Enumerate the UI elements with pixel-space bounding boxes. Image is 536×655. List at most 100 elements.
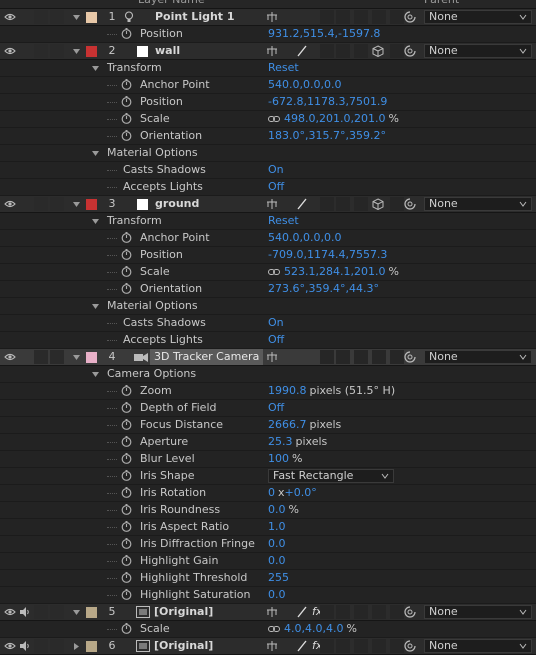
pickwhip-icon[interactable] bbox=[404, 198, 416, 210]
iris-shape-dropdown[interactable]: Fast Rectangle bbox=[268, 469, 394, 483]
twirl-open-icon[interactable] bbox=[91, 64, 100, 73]
layer-switch[interactable] bbox=[390, 197, 404, 211]
layer-name[interactable]: Point Light 1 bbox=[155, 9, 235, 25]
stopwatch-icon[interactable] bbox=[121, 385, 132, 396]
parent-dropdown[interactable]: None bbox=[424, 605, 532, 619]
property-value[interactable]: 1.0 bbox=[268, 520, 286, 533]
property-value[interactable]: 2666.7 bbox=[268, 418, 307, 431]
label-color-swatch[interactable] bbox=[86, 352, 97, 363]
speaker-icon[interactable] bbox=[19, 607, 30, 617]
quality-switch-icon[interactable] bbox=[296, 606, 308, 618]
property-value[interactable]: Off bbox=[268, 401, 284, 414]
label-color-swatch[interactable] bbox=[86, 607, 97, 618]
solo-switch[interactable] bbox=[34, 10, 48, 24]
property-value[interactable]: 0 bbox=[268, 486, 275, 499]
lock-switch[interactable] bbox=[50, 350, 64, 364]
quality-switch-icon[interactable] bbox=[296, 640, 308, 652]
layer-switch[interactable] bbox=[320, 44, 334, 58]
property-value[interactable]: 273.6°,359.4°,44.3° bbox=[268, 282, 379, 295]
reset-link[interactable]: Reset bbox=[268, 213, 299, 229]
parent-dropdown[interactable]: None bbox=[424, 639, 532, 653]
pickwhip-icon[interactable] bbox=[404, 11, 416, 23]
parent-dropdown[interactable]: None bbox=[424, 44, 532, 58]
layer-switch[interactable] bbox=[372, 10, 386, 24]
property-value[interactable]: -709.0,1174.4,7557.3 bbox=[268, 248, 387, 261]
property-value[interactable]: 540.0,0.0,0.0 bbox=[268, 78, 341, 91]
layer-switch[interactable] bbox=[336, 350, 350, 364]
twirl-open-icon[interactable] bbox=[72, 13, 81, 22]
layer-switch[interactable] bbox=[354, 350, 368, 364]
stopwatch-icon[interactable] bbox=[121, 555, 132, 566]
eye-icon[interactable] bbox=[4, 12, 16, 22]
label-color-swatch[interactable] bbox=[86, 46, 97, 57]
parent-dropdown[interactable]: None bbox=[424, 197, 532, 211]
constrain-proportions-icon[interactable] bbox=[268, 268, 280, 276]
lock-switch[interactable] bbox=[50, 639, 64, 653]
layer-switch[interactable] bbox=[372, 350, 386, 364]
property-value[interactable]: 255 bbox=[268, 571, 289, 584]
stopwatch-icon[interactable] bbox=[121, 419, 132, 430]
layer-switch[interactable] bbox=[320, 350, 334, 364]
layer-switch[interactable] bbox=[354, 639, 368, 653]
stopwatch-icon[interactable] bbox=[121, 538, 132, 549]
parent-dropdown[interactable]: None bbox=[424, 350, 532, 364]
layer-name[interactable]: 3D Tracker Camera bbox=[150, 349, 264, 365]
twirl-open-icon[interactable] bbox=[91, 149, 100, 158]
layer-switch[interactable] bbox=[336, 605, 350, 619]
stopwatch-icon[interactable] bbox=[121, 283, 132, 294]
stopwatch-icon[interactable] bbox=[121, 249, 132, 260]
twirl-open-icon[interactable] bbox=[91, 217, 100, 226]
twirl-closed-icon[interactable] bbox=[72, 642, 81, 651]
layer-switch[interactable] bbox=[390, 639, 404, 653]
constrain-proportions-icon[interactable] bbox=[268, 625, 280, 633]
property-value[interactable]: Off bbox=[268, 333, 284, 346]
lock-switch[interactable] bbox=[50, 197, 64, 211]
layer-switch[interactable] bbox=[390, 44, 404, 58]
solo-switch[interactable] bbox=[34, 197, 48, 211]
property-value[interactable]: 498.0,201.0,201.0 bbox=[284, 112, 385, 125]
reset-link[interactable]: Reset bbox=[268, 60, 299, 76]
twirl-open-icon[interactable] bbox=[72, 200, 81, 209]
layer-switch[interactable] bbox=[354, 44, 368, 58]
layer-switch[interactable] bbox=[320, 10, 334, 24]
parent-dropdown[interactable]: None bbox=[424, 10, 532, 24]
layer-switch[interactable] bbox=[320, 639, 334, 653]
shy-switch-icon[interactable] bbox=[266, 351, 278, 363]
group-label[interactable]: Transform bbox=[107, 60, 162, 76]
stopwatch-icon[interactable] bbox=[121, 79, 132, 90]
twirl-open-icon[interactable] bbox=[72, 47, 81, 56]
shy-switch-icon[interactable] bbox=[266, 198, 278, 210]
layer-switch[interactable] bbox=[336, 639, 350, 653]
speaker-icon[interactable] bbox=[19, 641, 30, 651]
property-value[interactable]: 0.0 bbox=[268, 588, 286, 601]
stopwatch-icon[interactable] bbox=[121, 28, 132, 39]
property-value[interactable]: 1990.8 bbox=[268, 384, 307, 397]
layer-switch[interactable] bbox=[354, 197, 368, 211]
layer-switch[interactable] bbox=[336, 44, 350, 58]
property-value[interactable]: 183.0°,315.7°,359.2° bbox=[268, 129, 386, 142]
layer-switch[interactable] bbox=[320, 605, 334, 619]
3d-layer-icon[interactable] bbox=[372, 198, 384, 210]
layer-switch[interactable] bbox=[372, 605, 386, 619]
stopwatch-icon[interactable] bbox=[121, 232, 132, 243]
twirl-open-icon[interactable] bbox=[91, 370, 100, 379]
stopwatch-icon[interactable] bbox=[121, 623, 132, 634]
eye-icon[interactable] bbox=[4, 199, 16, 209]
shy-switch-icon[interactable] bbox=[266, 11, 278, 23]
property-value[interactable]: 100 bbox=[268, 452, 289, 465]
eye-icon[interactable] bbox=[4, 46, 16, 56]
header-parent[interactable]: Parent bbox=[424, 0, 459, 8]
pickwhip-icon[interactable] bbox=[404, 640, 416, 652]
label-color-swatch[interactable] bbox=[86, 12, 97, 23]
label-color-swatch[interactable] bbox=[86, 199, 97, 210]
layer-switch[interactable] bbox=[390, 350, 404, 364]
stopwatch-icon[interactable] bbox=[121, 402, 132, 413]
lock-switch[interactable] bbox=[50, 10, 64, 24]
layer-switch[interactable] bbox=[320, 197, 334, 211]
twirl-open-icon[interactable] bbox=[72, 353, 81, 362]
property-value[interactable]: 0.0 bbox=[268, 537, 286, 550]
solo-switch[interactable] bbox=[34, 639, 48, 653]
stopwatch-icon[interactable] bbox=[121, 266, 132, 277]
layer-switch[interactable] bbox=[390, 10, 404, 24]
twirl-open-icon[interactable] bbox=[91, 302, 100, 311]
